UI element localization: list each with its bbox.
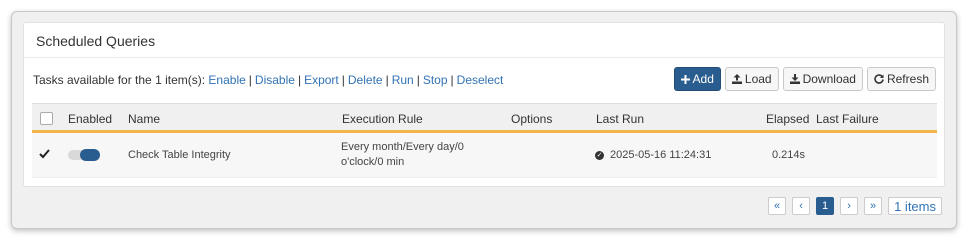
header-last-run[interactable]: Last Run — [596, 112, 644, 126]
table-header: Enabled Name Execution Rule Options Last… — [32, 103, 937, 133]
enabled-toggle[interactable] — [68, 149, 100, 161]
deselect-link[interactable]: Deselect — [457, 73, 504, 87]
panel-divider — [24, 57, 944, 58]
row-last-run: ✓ 2025-05-16 11:24:31 — [595, 149, 711, 161]
tasks-line: Tasks available for the 1 item(s): Enabl… — [33, 73, 503, 87]
rule-line-1: Every month/Every day/0 — [341, 141, 464, 153]
separator: | — [385, 73, 389, 87]
add-label: Add — [692, 72, 714, 86]
toolbar: Add Load Download Refresh — [673, 67, 936, 91]
refresh-button[interactable]: Refresh — [866, 67, 936, 91]
separator: | — [248, 73, 252, 87]
separator: | — [416, 73, 420, 87]
download-button[interactable]: Download — [782, 67, 863, 91]
tasks-prefix: Tasks available for the 1 item(s): — [33, 73, 206, 87]
last-page-button[interactable]: » — [864, 197, 883, 215]
upload-icon — [731, 74, 742, 84]
row-execution-rule: Every month/Every day/0 o'clock/0 min — [341, 140, 464, 170]
last-run-time: 2025-05-16 11:24:31 — [610, 149, 712, 161]
load-button[interactable]: Load — [724, 67, 779, 91]
load-label: Load — [744, 72, 772, 86]
check-circle-icon: ✓ — [595, 150, 604, 160]
refresh-label: Refresh — [886, 72, 929, 86]
download-label: Download — [802, 72, 856, 86]
plus-icon — [680, 74, 690, 84]
page-1-button[interactable]: 1 — [816, 197, 835, 215]
table-row[interactable]: Check Table Integrity Every month/Every … — [32, 133, 937, 178]
add-button[interactable]: Add — [673, 67, 721, 91]
select-all-checkbox[interactable] — [40, 112, 53, 125]
separator: | — [297, 73, 302, 87]
toggle-knob — [80, 149, 100, 161]
row-name: Check Table Integrity — [128, 149, 231, 161]
header-execution-rule[interactable]: Execution Rule — [342, 112, 423, 126]
separator: | — [450, 73, 454, 87]
scheduled-queries-table: Enabled Name Execution Rule Options Last… — [32, 103, 937, 178]
row-checkbox-checked-icon[interactable] — [39, 149, 50, 162]
prev-page-button[interactable]: ‹ — [792, 197, 811, 215]
refresh-icon — [874, 74, 884, 84]
next-page-button[interactable]: › — [840, 197, 859, 215]
header-name[interactable]: Name — [128, 112, 160, 126]
rule-line-2: o'clock/0 min — [341, 156, 405, 168]
delete-link[interactable]: Delete — [348, 73, 383, 87]
pagination: « ‹ 1 › » 1 items — [768, 197, 942, 215]
scheduled-queries-window: Scheduled Queries Tasks available for th… — [11, 11, 957, 229]
export-link[interactable]: Export — [304, 73, 339, 87]
header-enabled[interactable]: Enabled — [68, 112, 112, 126]
row-elapsed: 0.214s — [772, 149, 806, 161]
first-page-button[interactable]: « — [768, 197, 787, 215]
separator: | — [341, 73, 345, 87]
enable-link[interactable]: Enable — [208, 73, 245, 87]
header-last-failure[interactable]: Last Failure — [816, 112, 879, 126]
items-count: 1 items — [888, 197, 942, 215]
panel-title: Scheduled Queries — [36, 33, 156, 49]
stop-link[interactable]: Stop — [423, 73, 448, 87]
scheduled-queries-panel: Scheduled Queries Tasks available for th… — [23, 22, 945, 187]
header-options[interactable]: Options — [511, 112, 552, 126]
download-icon — [789, 74, 800, 84]
disable-link[interactable]: Disable — [255, 73, 295, 87]
run-link[interactable]: Run — [392, 73, 414, 87]
header-elapsed[interactable]: Elapsed — [766, 112, 809, 126]
